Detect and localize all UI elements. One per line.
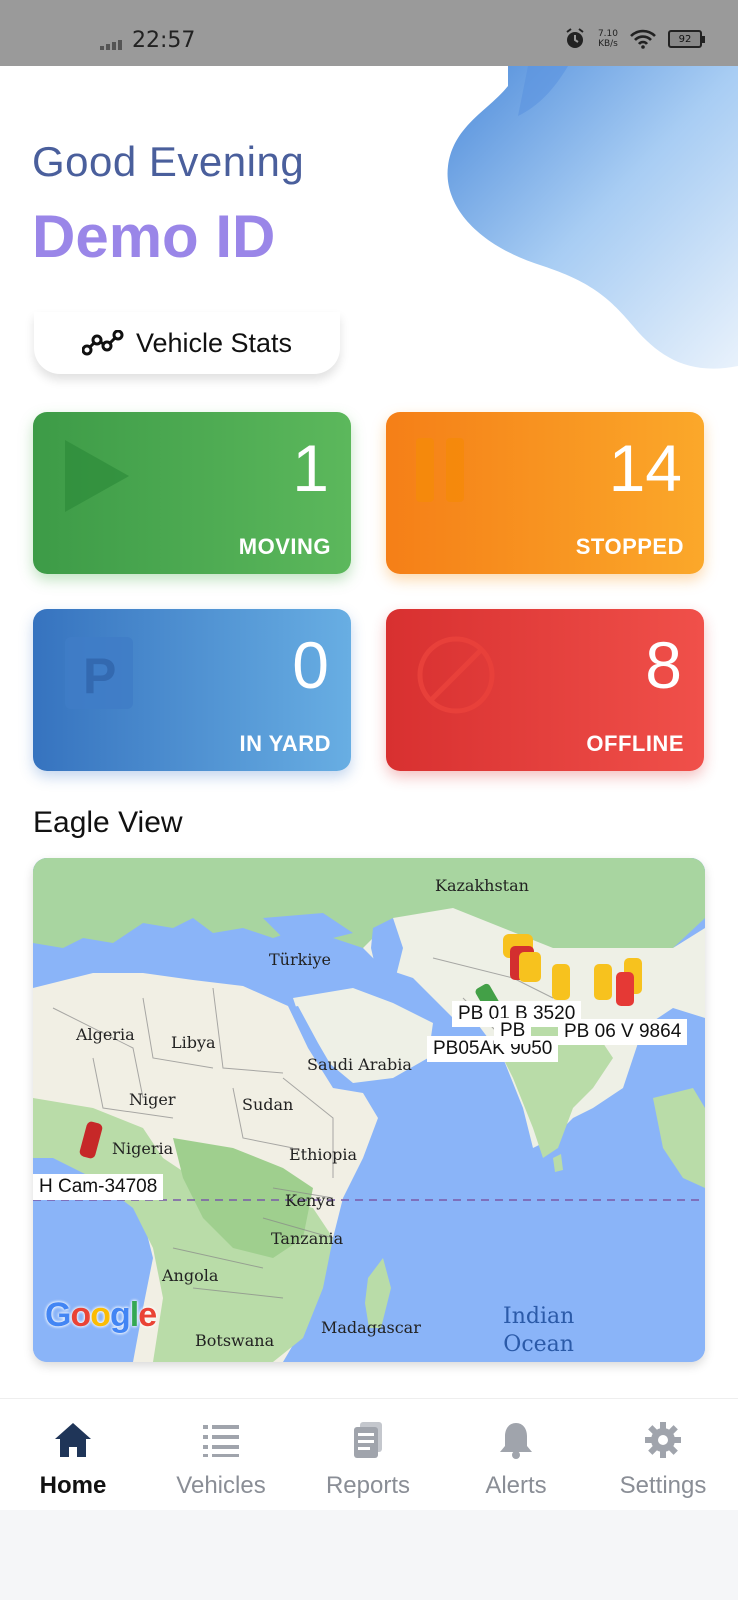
status-time: 22:57 [132, 28, 196, 53]
eagle-view-title: Eagle View [33, 806, 183, 839]
greeting-text: Good Evening [32, 138, 305, 185]
nav-vehicles[interactable]: Vehicles [156, 1421, 286, 1500]
moving-label: MOVING [238, 534, 331, 559]
map-label-angola: Angola [162, 1266, 219, 1285]
nav-alerts[interactable]: Alerts [451, 1421, 581, 1500]
map-label-botswana: Botswana [195, 1331, 275, 1350]
eagle-view-map[interactable]: Kazakhstan Türkiye Algeria Libya Saudi A… [33, 858, 705, 1362]
stopped-card[interactable]: 14 STOPPED [386, 412, 704, 574]
offline-count: 8 [645, 628, 682, 702]
signal-icon [100, 40, 122, 50]
status-bar: 22:57 7.10 KB/s 92 [0, 0, 738, 66]
vehicle-plate-label[interactable]: H Cam-34708 [33, 1174, 164, 1200]
map-label-nigeria: Nigeria [112, 1139, 174, 1158]
map-label-tanzania: Tanzania [271, 1229, 344, 1248]
play-icon [65, 440, 129, 512]
home-screen: Good Evening Demo ID Vehicle Stats 1 MOV… [0, 66, 738, 1398]
bell-icon [500, 1423, 532, 1459]
map-label-niger: Niger [129, 1090, 176, 1109]
vehicle-plate-label[interactable]: PB 06 V 9864 [558, 1019, 688, 1045]
map-label-madagascar: Madagascar [321, 1318, 421, 1337]
reports-icon [354, 1422, 382, 1458]
system-nav-area [0, 1510, 738, 1600]
vehicle-stats-button[interactable]: Vehicle Stats [34, 312, 340, 374]
map-label-turkiye: Türkiye [269, 950, 331, 969]
nav-reports-label: Reports [325, 1472, 411, 1499]
trend-icon [81, 330, 124, 356]
in-yard-label: IN YARD [239, 731, 331, 756]
in-yard-count: 0 [292, 628, 329, 702]
parking-icon: P [65, 637, 133, 709]
map-label-libya: Libya [171, 1033, 216, 1052]
map-label-indian-ocean: Indian Ocean [503, 1304, 575, 1357]
map-label-algeria: Algeria [76, 1025, 135, 1044]
vehicle-plate-label[interactable]: PB [494, 1018, 532, 1044]
google-logo: Google [45, 1296, 157, 1334]
nav-vehicles-label: Vehicles [176, 1472, 266, 1499]
moving-count: 1 [292, 431, 329, 505]
offline-label: OFFLINE [586, 731, 684, 756]
nav-home[interactable]: Home [8, 1421, 138, 1500]
home-icon [55, 1423, 91, 1457]
map-label-sudan: Sudan [242, 1095, 294, 1114]
pause-icon [416, 438, 464, 502]
no-entry-icon [417, 636, 495, 714]
nav-settings-label: Settings [619, 1472, 707, 1499]
user-name: Demo ID [32, 203, 276, 270]
vehicle-plate-label[interactable]: PB05AK 9050 [427, 1036, 559, 1062]
decorative-blob [447, 66, 738, 369]
battery-icon: 92 [668, 30, 705, 48]
nav-alerts-label: Alerts [485, 1472, 547, 1499]
wifi-icon [630, 29, 656, 49]
alarm-icon [566, 28, 584, 48]
nav-home-label: Home [39, 1472, 107, 1499]
map-label-saudi-arabia: Saudi Arabia [307, 1055, 412, 1074]
network-speed: 7.10 KB/s [597, 29, 618, 49]
stopped-count: 14 [608, 431, 682, 505]
bottom-navigation: Home Vehicles Reports Alerts Settings [0, 1398, 738, 1510]
vehicle-stats-label: Vehicle Stats [135, 327, 293, 358]
nav-settings[interactable]: Settings [598, 1421, 728, 1500]
in-yard-card[interactable]: P 0 IN YARD [33, 609, 351, 771]
map-label-kazakhstan: Kazakhstan [435, 876, 529, 895]
offline-card[interactable]: 8 OFFLINE [386, 609, 704, 771]
stopped-label: STOPPED [575, 534, 684, 559]
map-label-ethiopia: Ethiopia [289, 1145, 358, 1164]
moving-card[interactable]: 1 MOVING [33, 412, 351, 574]
list-icon [203, 1425, 239, 1457]
map-label-kenya: Kenya [285, 1191, 335, 1210]
gear-icon [645, 1422, 681, 1458]
svg-text:P: P [83, 648, 116, 704]
map-canvas [33, 858, 705, 1362]
nav-reports[interactable]: Reports [303, 1421, 433, 1500]
